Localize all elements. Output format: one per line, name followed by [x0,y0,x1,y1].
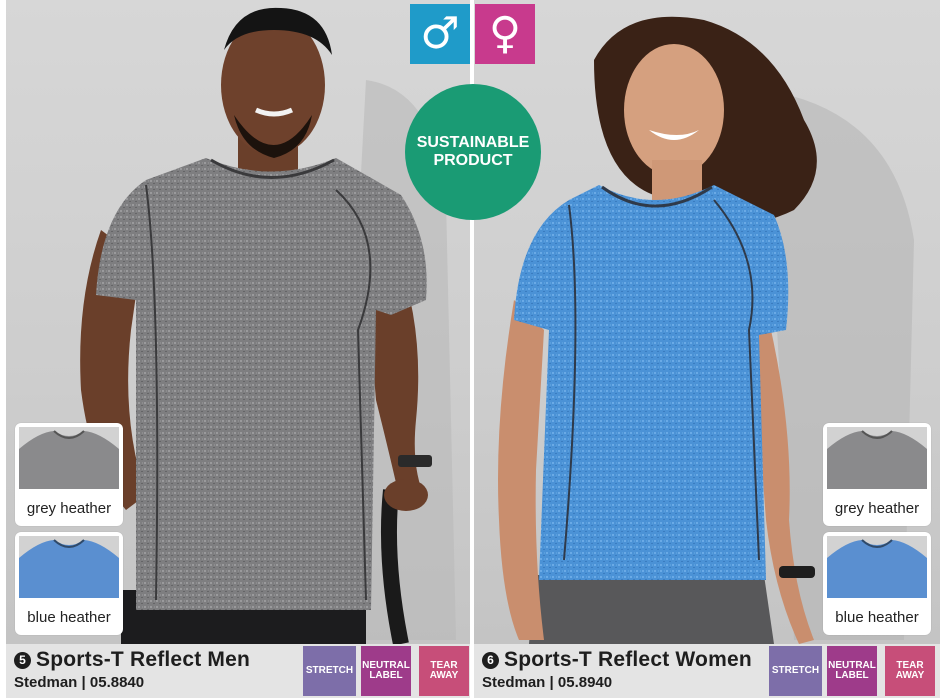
stretch-badge: STRETCH [303,646,356,696]
product-number: 5 [14,652,31,669]
product-info-women: 6 Sports-T Reflect Women Stedman | 05.894… [474,644,940,698]
product-number: 6 [482,652,499,669]
swatch-label: blue heather [835,609,919,626]
product-brand-code: Stedman | 05.8840 [14,674,145,691]
male-symbol-icon: ♂ [410,4,470,64]
blue-tshirt-thumbnail [19,536,119,598]
neutral-label-badge: NEUTRAL LABEL [827,646,877,696]
sustainable-product-badge: SUSTAINABLE PRODUCT [405,84,541,220]
swatch-men-grey-heather[interactable]: grey heather [15,423,123,526]
product-brand-code: Stedman | 05.8940 [482,674,613,691]
product-title: 5 Sports-T Reflect Men [14,648,250,672]
swatch-label: grey heather [26,500,112,517]
tear-away-badge: TEAR AWAY [885,646,935,696]
swatch-label: blue heather [27,609,111,626]
swatch-men-blue-heather[interactable]: blue heather [15,532,123,635]
blue-tshirt-thumbnail [827,536,927,598]
swatch-label: grey heather [834,500,920,517]
product-name: Sports-T Reflect Women [504,648,752,671]
tear-away-badge: TEAR AWAY [419,646,469,696]
grey-tshirt-thumbnail [19,427,119,489]
stretch-badge: STRETCH [769,646,822,696]
female-symbol-icon: ♀ [475,4,535,64]
swatch-women-grey-heather[interactable]: grey heather [823,423,931,526]
product-name: Sports-T Reflect Men [36,648,251,671]
grey-tshirt-thumbnail [827,427,927,489]
neutral-label-badge: NEUTRAL LABEL [361,646,411,696]
swatch-women-blue-heather[interactable]: blue heather [823,532,931,635]
product-title: 6 Sports-T Reflect Women [482,648,752,672]
product-info-men: 5 Sports-T Reflect Men Stedman | 05.8840 … [6,644,470,698]
